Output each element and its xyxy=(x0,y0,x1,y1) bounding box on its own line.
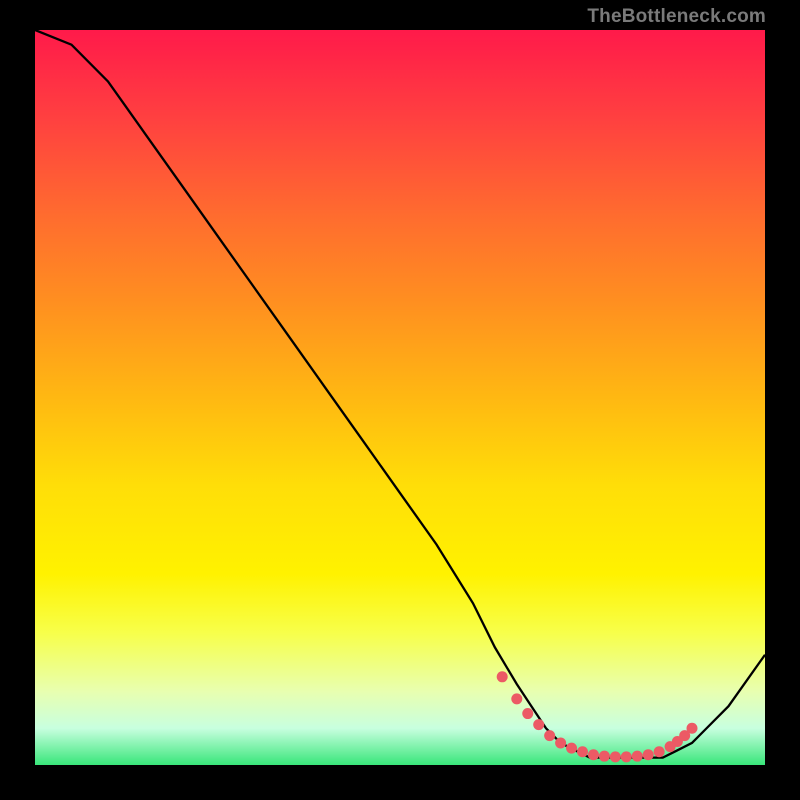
marker-dot xyxy=(599,751,610,762)
marker-dot xyxy=(544,730,555,741)
marker-dot xyxy=(654,746,665,757)
marker-dot xyxy=(533,719,544,730)
marker-dot xyxy=(687,723,698,734)
main-curve xyxy=(35,30,765,758)
marker-dot xyxy=(577,746,588,757)
marker-dot xyxy=(555,737,566,748)
marker-dot xyxy=(621,751,632,762)
attribution-text: TheBottleneck.com xyxy=(587,6,766,28)
marker-dot xyxy=(632,751,643,762)
marker-dot xyxy=(643,749,654,760)
plot-area xyxy=(35,30,765,765)
marker-dot xyxy=(511,693,522,704)
marker-dot xyxy=(566,743,577,754)
marker-dot xyxy=(588,749,599,760)
marker-dot xyxy=(497,671,508,682)
curve-line xyxy=(35,30,765,758)
marker-dots xyxy=(497,671,698,762)
marker-dot xyxy=(610,751,621,762)
chart-svg xyxy=(35,30,765,765)
marker-dot xyxy=(522,708,533,719)
